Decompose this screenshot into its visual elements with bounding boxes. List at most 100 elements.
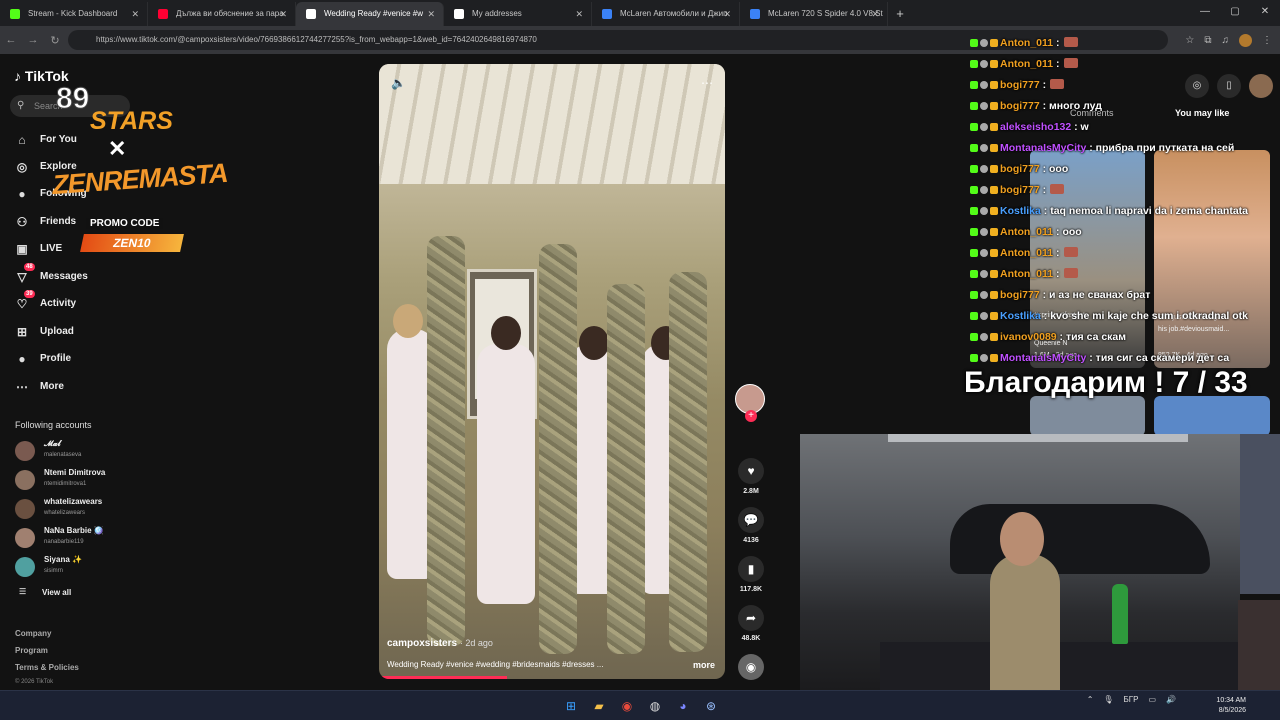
browser-tab[interactable]: Wedding Ready #venice #w ✕ xyxy=(296,2,444,26)
webcam-desk xyxy=(880,642,1240,690)
obs-icon[interactable]: ◍ xyxy=(644,695,666,717)
following-account[interactable]: NaNa Barbie 🪩 nanabarbie119 xyxy=(15,525,104,551)
share-button[interactable]: ➦ 48.8K xyxy=(736,605,766,642)
search-icon: ⚲ xyxy=(17,100,25,111)
follow-plus-icon[interactable]: + xyxy=(745,410,757,422)
account-avatar xyxy=(15,499,35,519)
save-button[interactable]: ▮ 117.8K xyxy=(736,556,766,593)
network-icon[interactable]: ▭ xyxy=(1148,695,1156,704)
video-dress xyxy=(607,284,645,654)
webcam-bottle xyxy=(1112,584,1128,644)
nav-label: More xyxy=(40,381,64,392)
nav-item-messages[interactable]: ▽ Messages 48 xyxy=(14,263,88,287)
chat-username[interactable]: ivanov0089 xyxy=(1000,331,1057,343)
more-options-icon[interactable]: ⋯ xyxy=(701,76,713,90)
close-tab-icon[interactable]: ✕ xyxy=(723,2,731,26)
browser-tab[interactable]: Stream - Kick Dashboard ✕ xyxy=(0,2,148,26)
clock[interactable]: 10:34 AM 8/5/2026 xyxy=(1216,696,1246,716)
reload-icon[interactable]: ↻ xyxy=(44,34,66,47)
account-avatar xyxy=(15,470,35,490)
file-explorer-icon[interactable]: ▰ xyxy=(588,695,610,717)
chat-username[interactable]: MontanaIsMyCity xyxy=(1000,352,1086,364)
browser-tab[interactable]: McLaren Автомобили и Джип ✕ xyxy=(592,2,740,26)
nav-badge: 39 xyxy=(24,290,35,298)
chat-username[interactable]: bogi777 xyxy=(1000,289,1040,301)
new-tab-button[interactable]: + xyxy=(888,2,912,26)
window-controls: — ▢ ✕ xyxy=(1190,0,1280,24)
suggested-video-card[interactable] xyxy=(1030,396,1145,436)
music-disc[interactable]: ◉ xyxy=(736,654,766,680)
sub-badge-icon xyxy=(980,312,988,320)
like-button[interactable]: ♥ 2.8M xyxy=(736,458,766,495)
browser-tab[interactable]: My addresses ✕ xyxy=(444,2,592,26)
gift-badge-icon xyxy=(990,165,998,173)
chat-username[interactable]: Kostlika xyxy=(1000,310,1041,322)
language-indicator[interactable]: БГР xyxy=(1124,695,1139,704)
volume-tray-icon[interactable]: 🔊 xyxy=(1166,695,1176,704)
more-button[interactable]: more xyxy=(693,660,715,670)
kick-badge-icon xyxy=(970,333,978,341)
close-tab-icon[interactable]: ✕ xyxy=(427,2,435,26)
following-account[interactable]: whatelizawears whatelizawears xyxy=(15,496,102,522)
chat-username[interactable]: Kostlika xyxy=(1000,205,1041,217)
footer-company-link[interactable]: Company xyxy=(15,629,51,638)
chat-username[interactable]: bogi777 xyxy=(1000,79,1040,91)
chat-username[interactable]: bogi777 xyxy=(1000,100,1040,112)
following-account[interactable]: Siyana ✨ sisimrn xyxy=(15,554,82,580)
steam-icon[interactable]: ⊛ xyxy=(700,695,722,717)
nav-item-profile[interactable]: ● Profile xyxy=(14,349,71,369)
account-handle: ntemidimitrova1 xyxy=(44,481,87,487)
video-progress-bar[interactable] xyxy=(379,676,508,679)
bookmark-icon: ▮ xyxy=(738,556,764,582)
nav-item-activity[interactable]: ♡ Activity 39 xyxy=(14,290,76,314)
back-icon[interactable]: ← xyxy=(0,34,22,46)
close-tab-icon[interactable]: ✕ xyxy=(871,2,879,26)
forward-icon[interactable]: → xyxy=(22,34,44,46)
mic-icon[interactable]: 🎙 xyxy=(1103,695,1113,704)
following-account[interactable]: Ntemi Dimitrova ntemidimitrova1 xyxy=(15,467,105,493)
chat-username[interactable]: bogi777 xyxy=(1000,184,1040,196)
kick-badge-icon xyxy=(970,165,978,173)
chat-text: : kvo she mi kaje che sum i otkradnal ot… xyxy=(1043,310,1249,322)
close-tab-icon[interactable]: ✕ xyxy=(575,2,583,26)
chat-message: Anton_011 : xyxy=(970,55,1080,73)
browser-tab[interactable]: McLaren 720 S Spider 4.0 V8 St ✕ xyxy=(740,2,888,26)
nav-item-upload[interactable]: ⊞ Upload xyxy=(14,322,74,342)
chat-username[interactable]: Anton_011 xyxy=(1000,37,1053,49)
discord-icon[interactable]: ◕ xyxy=(672,695,694,717)
chat-text: : xyxy=(1056,247,1060,259)
chat-username[interactable]: alekseisho132 xyxy=(1000,121,1071,133)
nav-item-more[interactable]: ⋯ More xyxy=(14,377,64,397)
chat-username[interactable]: Anton_011 xyxy=(1000,247,1053,259)
following-account[interactable]: 𝓜𝓪𝓵 malenataseva xyxy=(15,438,81,464)
view-all-button[interactable]: ☰ View all xyxy=(15,587,71,597)
chat-username[interactable]: Anton_011 xyxy=(1000,268,1053,280)
list-icon: ☰ xyxy=(19,587,27,596)
video-author[interactable]: campoxsisters xyxy=(387,638,457,649)
tray-chevron-icon[interactable]: ⌃ xyxy=(1087,695,1094,704)
video-player[interactable]: 🔈 ⋯ campoxsisters · 2d ago Wedding Ready… xyxy=(379,64,725,679)
chat-text: : ооо xyxy=(1042,163,1069,175)
emote-icon xyxy=(1063,268,1078,278)
chat-username[interactable]: bogi777 xyxy=(1000,163,1040,175)
kick-badge-icon xyxy=(970,81,978,89)
chat-username[interactable]: Anton_011 xyxy=(1000,226,1053,238)
footer-terms-link[interactable]: Terms & Policies xyxy=(15,663,79,672)
maximize-button[interactable]: ▢ xyxy=(1220,0,1250,24)
volume-icon[interactable]: 🔈 xyxy=(391,76,406,90)
comment-button[interactable]: 💬 4136 xyxy=(736,507,766,544)
gift-badge-icon xyxy=(990,207,998,215)
chrome-icon[interactable]: ◉ xyxy=(616,695,638,717)
close-tab-icon[interactable]: ✕ xyxy=(279,2,287,26)
chat-text: : xyxy=(1056,37,1060,49)
chat-username[interactable]: Anton_011 xyxy=(1000,58,1053,70)
sub-badge-icon xyxy=(980,81,988,89)
footer-program-link[interactable]: Program xyxy=(15,646,48,655)
close-window-button[interactable]: ✕ xyxy=(1250,0,1280,24)
close-tab-icon[interactable]: ✕ xyxy=(131,2,139,26)
browser-tab[interactable]: Дължа ви обяснение за пара ✕ xyxy=(148,2,296,26)
suggested-video-card[interactable] xyxy=(1154,396,1270,436)
minimize-button[interactable]: — xyxy=(1190,0,1220,24)
start-icon[interactable]: ⊞ xyxy=(560,695,582,717)
chat-username[interactable]: MontanaIsMyCity xyxy=(1000,142,1086,154)
